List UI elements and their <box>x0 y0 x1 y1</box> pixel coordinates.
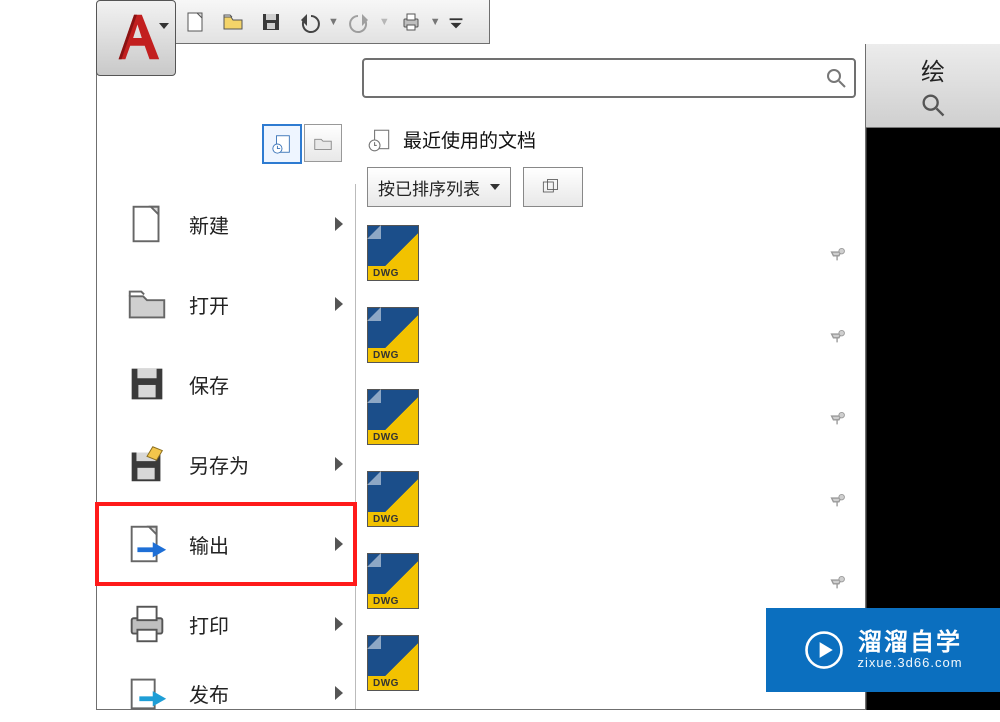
qat-print-icon[interactable] <box>394 7 428 37</box>
recent-sort-row: 按已排序列表 <box>367 167 859 207</box>
preview-size-dropdown[interactable] <box>523 167 583 207</box>
recent-document-name <box>433 313 753 357</box>
qat-redo-more-icon[interactable]: ▼ <box>379 16 390 28</box>
qat-save-icon[interactable] <box>254 7 288 37</box>
recent-header-icon <box>367 127 393 153</box>
qat-redo-icon[interactable] <box>343 7 377 37</box>
sort-dropdown[interactable]: 按已排序列表 <box>367 167 511 207</box>
dwg-file-icon: DWG <box>367 225 419 281</box>
menu-item-print[interactable]: 打印 <box>97 584 355 664</box>
pin-icon[interactable] <box>827 570 849 592</box>
menu-item-open[interactable]: 打开 <box>97 264 355 344</box>
ribbon-right-area: 绘 <box>866 44 1000 128</box>
dwg-file-icon: DWG <box>367 635 419 691</box>
submenu-arrow-icon <box>335 457 343 471</box>
recent-document-name <box>433 477 633 521</box>
qat-new-icon[interactable] <box>178 7 212 37</box>
recent-document-name <box>433 231 593 275</box>
export-icon <box>123 520 171 568</box>
submenu-arrow-icon <box>335 686 343 700</box>
recent-document-item[interactable]: DWG <box>367 389 859 445</box>
application-menu-items: 新建 打开 保存 另存为 <box>97 184 356 709</box>
qat-undo-more-icon[interactable]: ▼ <box>328 16 339 28</box>
dwg-file-icon: DWG <box>367 307 419 363</box>
search-icon[interactable] <box>824 66 848 90</box>
ribbon-tab-label[interactable]: 绘 <box>921 52 945 87</box>
menu-item-label: 保存 <box>189 370 343 399</box>
qat-print-more-icon[interactable]: ▼ <box>430 16 441 28</box>
submenu-arrow-icon <box>335 537 343 551</box>
menu-search <box>362 58 856 98</box>
menu-search-input[interactable] <box>362 58 856 98</box>
pin-icon[interactable] <box>827 488 849 510</box>
save-as-icon <box>123 440 171 488</box>
recent-document-item[interactable]: DWG <box>367 471 859 527</box>
recent-document-item[interactable]: DWG <box>367 553 859 609</box>
menu-item-label: 打开 <box>189 290 317 319</box>
menu-item-label: 打印 <box>189 610 317 639</box>
submenu-arrow-icon <box>335 617 343 631</box>
new-file-icon <box>123 200 171 248</box>
chevron-down-icon <box>490 184 500 190</box>
pin-icon[interactable] <box>827 242 849 264</box>
recent-document-item[interactable]: DWG <box>367 225 859 281</box>
qat-customize-icon[interactable] <box>445 7 467 37</box>
save-disk-icon <box>123 360 171 408</box>
pin-icon[interactable] <box>827 406 849 428</box>
qat-open-icon[interactable] <box>216 7 250 37</box>
recent-documents-header: 最近使用的文档 <box>367 126 859 153</box>
application-menu-panel: 最近使用的文档 按已排序列表 DWG <box>96 44 866 710</box>
recent-document-name <box>433 559 523 603</box>
submenu-arrow-icon <box>335 297 343 311</box>
search-box-icon[interactable] <box>919 91 947 119</box>
pin-icon[interactable] <box>827 324 849 346</box>
watermark-play-icon <box>803 629 845 671</box>
recent-document-name <box>433 641 693 685</box>
menu-item-label: 另存为 <box>189 450 317 479</box>
watermark-url: zixue.3d66.com <box>857 656 962 671</box>
recent-document-item[interactable]: DWG <box>367 307 859 363</box>
dwg-file-icon: DWG <box>367 471 419 527</box>
watermark-title: 溜溜自学 <box>858 629 962 657</box>
dwg-file-icon: DWG <box>367 389 419 445</box>
menu-item-label: 新建 <box>189 210 317 239</box>
app-window: ▼ ▼ ▼ <box>96 0 1000 710</box>
chevron-down-icon <box>159 23 169 29</box>
menu-item-export[interactable]: 输出 <box>97 504 355 584</box>
menu-item-label: 输出 <box>189 530 317 559</box>
preview-size-icon <box>540 177 560 197</box>
menu-item-label: 发布 <box>189 679 317 708</box>
dwg-file-icon: DWG <box>367 553 419 609</box>
recent-document-name <box>433 395 773 439</box>
sort-dropdown-label: 按已排序列表 <box>378 175 480 200</box>
qat-undo-icon[interactable] <box>292 7 326 37</box>
recent-documents-title: 最近使用的文档 <box>403 126 536 153</box>
watermark-logo: 溜溜自学 zixue.3d66.com <box>766 608 1000 692</box>
submenu-arrow-icon <box>335 217 343 231</box>
open-folder-icon <box>123 280 171 328</box>
application-menu-button[interactable] <box>96 0 176 76</box>
print-icon <box>123 600 171 648</box>
recent-view-icon[interactable] <box>262 124 302 164</box>
open-docs-view-icon[interactable] <box>304 124 342 162</box>
menu-view-toggle <box>262 124 342 164</box>
menu-item-new[interactable]: 新建 <box>97 184 355 264</box>
menu-item-save[interactable]: 保存 <box>97 344 355 424</box>
menu-item-publish[interactable]: 发布 <box>97 664 355 722</box>
menu-item-saveas[interactable]: 另存为 <box>97 424 355 504</box>
